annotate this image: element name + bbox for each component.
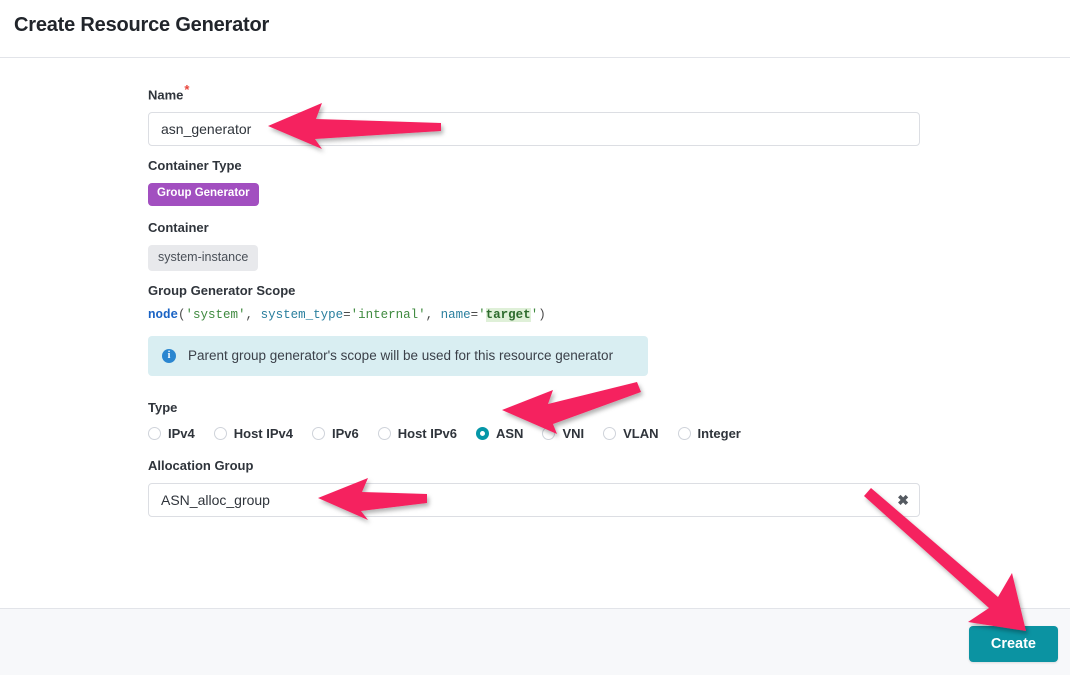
- allocation-group-field-group: Allocation Group ✖: [148, 458, 920, 517]
- code-token-5: =: [343, 308, 351, 322]
- type-radio-label: VNI: [562, 426, 585, 441]
- code-token-6: 'internal': [350, 308, 426, 322]
- scope-info-alert-text: Parent group generator's scope will be u…: [188, 348, 614, 363]
- type-radio-label: IPv6: [332, 426, 359, 441]
- type-radio-integer[interactable]: Integer: [677, 426, 741, 441]
- scope-info-alert: i Parent group generator's scope will be…: [148, 336, 648, 376]
- clear-x-icon[interactable]: ✖: [897, 493, 909, 507]
- name-field-group: Name*: [148, 83, 920, 147]
- type-radio-label: ASN: [496, 426, 524, 441]
- radio-dot-icon[interactable]: [312, 427, 325, 440]
- name-label-text: Name: [148, 87, 184, 103]
- type-radio-host-ipv4[interactable]: Host IPv4: [213, 426, 293, 441]
- required-asterisk-icon: *: [184, 82, 190, 97]
- code-token-1: (: [178, 308, 186, 322]
- type-radio-label: Host IPv4: [233, 426, 293, 441]
- type-radio-asn[interactable]: ASN: [476, 426, 523, 441]
- container-chip: system-instance: [148, 245, 259, 271]
- type-radio-vni[interactable]: VNI: [542, 426, 584, 441]
- code-token-2: 'system': [185, 308, 246, 322]
- radio-dot-icon[interactable]: [542, 427, 556, 440]
- type-radio-ipv4[interactable]: IPv4: [148, 426, 195, 441]
- radio-dot-icon[interactable]: [603, 427, 617, 440]
- name-label: Name*: [148, 83, 920, 103]
- code-token-13: ): [538, 308, 546, 322]
- code-token-10: ': [478, 308, 486, 322]
- code-token-0: node: [148, 308, 179, 322]
- group-generator-scope-group: Group Generator Scope node('system', sys…: [148, 283, 546, 323]
- radio-dot-icon[interactable]: [213, 427, 227, 440]
- type-field-group: Type IPv4 Host IPv4 IPv6 Host IPv6 ASN VNI VLA…: [148, 400, 760, 441]
- type-radio-label: IPv4: [168, 426, 195, 441]
- create-button[interactable]: Create: [968, 626, 1058, 662]
- type-radio-label: Integer: [697, 426, 741, 441]
- radio-dot-icon[interactable]: [377, 427, 391, 440]
- type-radio-group[interactable]: IPv4 Host IPv4 IPv6 Host IPv6 ASN VNI VLAN Inte…: [148, 426, 760, 441]
- code-token-11: target: [485, 308, 531, 322]
- group-generator-scope-label: Group Generator Scope: [148, 283, 296, 298]
- modal-body: Name* Container Type Group Generator Con…: [0, 58, 1070, 608]
- radio-dot-icon[interactable]: [148, 427, 161, 440]
- name-input[interactable]: [148, 112, 920, 147]
- radio-dot-icon[interactable]: [677, 427, 691, 440]
- create-resource-generator-modal: Create Resource Generator Name* Containe…: [0, 0, 1070, 675]
- type-radio-label: Host IPv6: [397, 426, 457, 441]
- container-type-badge: Group Generator: [148, 183, 259, 206]
- modal-header: Create Resource Generator: [0, 0, 1070, 58]
- allocation-group-input[interactable]: [148, 483, 920, 517]
- modal-footer: Create: [0, 608, 1070, 675]
- type-radio-vlan[interactable]: VLAN: [603, 426, 659, 441]
- type-label: Type: [148, 400, 178, 415]
- radio-dot-icon[interactable]: [476, 427, 489, 440]
- group-generator-scope-code: node('system', system_type='internal', n…: [148, 307, 546, 323]
- container-type-group: Container Type Group Generator: [148, 158, 259, 206]
- container-type-label: Container Type: [148, 158, 242, 173]
- code-token-7: ,: [425, 308, 441, 322]
- page-title: Create Resource Generator: [14, 14, 270, 36]
- container-label: Container: [148, 220, 209, 235]
- container-group: Container system-instance: [148, 220, 259, 271]
- type-radio-host-ipv6[interactable]: Host IPv6: [377, 426, 457, 441]
- type-radio-ipv6[interactable]: IPv6: [312, 426, 359, 441]
- type-radio-label: VLAN: [623, 426, 659, 441]
- code-token-4: system_type: [260, 308, 344, 322]
- allocation-group-label: Allocation Group: [148, 458, 254, 473]
- info-circle-icon: i: [162, 348, 176, 363]
- code-token-3: ,: [245, 308, 261, 322]
- code-token-8: name: [440, 308, 471, 322]
